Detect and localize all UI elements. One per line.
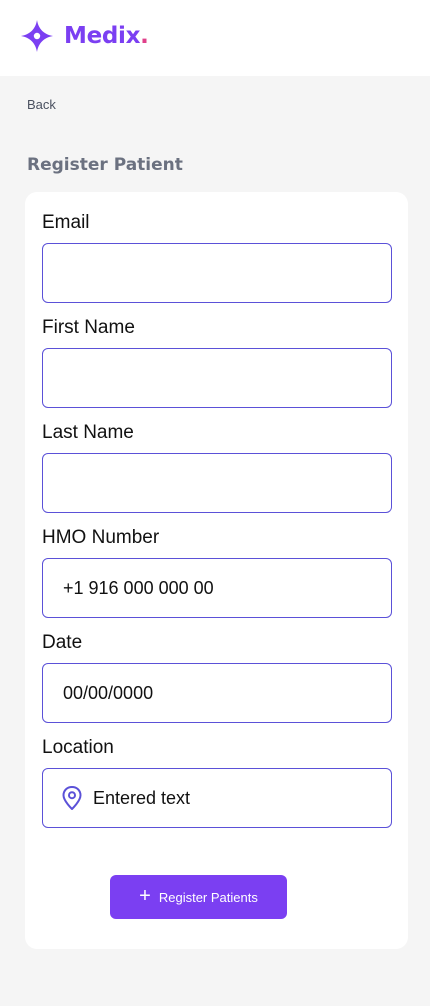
last-name-field[interactable] xyxy=(42,453,392,513)
location-field[interactable]: Entered text xyxy=(42,768,392,828)
first-name-field[interactable] xyxy=(42,348,392,408)
email-label: Email xyxy=(42,212,90,233)
first-name-label: First Name xyxy=(42,317,135,338)
logo-dot: . xyxy=(140,23,149,49)
hmo-number-field[interactable]: +1 916 000 000 00 xyxy=(42,558,392,618)
plus-icon: + xyxy=(139,885,151,907)
date-field[interactable]: 00/00/0000 xyxy=(42,663,392,723)
email-field[interactable] xyxy=(42,243,392,303)
register-button-label: Register Patients xyxy=(158,889,258,905)
logo-text: Medix xyxy=(64,23,141,49)
register-patients-button[interactable]: + Register Patients xyxy=(110,875,287,919)
date-value: 00/00/0000 xyxy=(63,682,154,703)
logo[interactable]: Medix. xyxy=(20,19,149,53)
hmo-number-label: HMO Number xyxy=(42,527,160,548)
date-label: Date xyxy=(42,632,83,653)
page-title: Register Patient xyxy=(27,155,183,175)
app-header: Medix. xyxy=(0,0,430,76)
back-link[interactable]: Back xyxy=(27,97,56,112)
location-pin-icon xyxy=(62,786,82,810)
location-value: Entered text xyxy=(93,787,191,808)
hmo-number-value: +1 916 000 000 00 xyxy=(63,577,214,598)
sparkle-logo-icon xyxy=(21,20,53,52)
location-label: Location xyxy=(42,737,114,758)
last-name-label: Last Name xyxy=(42,422,134,443)
